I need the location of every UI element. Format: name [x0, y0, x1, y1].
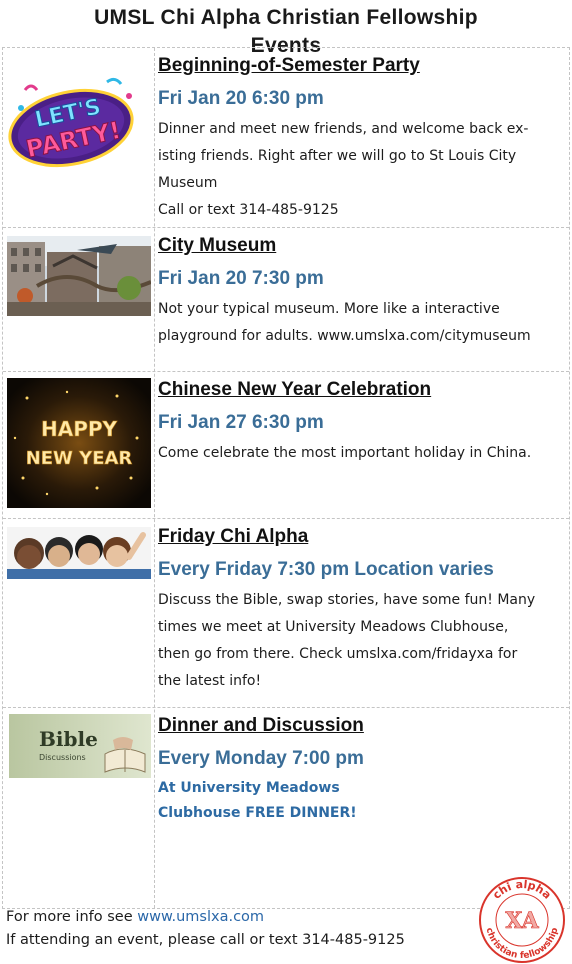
new-year-text-line1: HAPPY [41, 417, 118, 441]
event-description: At University Meadows Clubhouse FREE DIN… [158, 776, 565, 826]
desc-line: Come celebrate the most important holida… [158, 445, 532, 461]
discussions-text: Discussions [39, 753, 86, 762]
desc-line: Museum [158, 175, 218, 191]
page-title-line1: UMSL Chi Alpha Christian Fellowship [94, 6, 478, 29]
desc-line: Dinner and meet new friends, and welcome… [158, 121, 529, 137]
event-text-friday-chi-alpha: Friday Chi Alpha Every Friday 7:30 pm Lo… [158, 519, 565, 695]
event-description: Discuss the Bible, swap stories, have so… [158, 587, 565, 695]
event-text-dinner-discussion: Dinner and Discussion Every Monday 7:00 … [158, 708, 565, 826]
events-table: LET'S PARTY! Beginning-of-Semester Party… [2, 47, 570, 909]
chi-alpha-logo-icon: chi alpha XA christian fellowship [479, 877, 565, 963]
party-image: LET'S PARTY! [7, 68, 138, 178]
footer-info-text: For more info see [6, 909, 138, 925]
event-description: Dinner and meet new friends, and welcome… [158, 116, 565, 224]
event-date: Fri Jan 20 6:30 pm [158, 88, 324, 109]
desc-line: then go from there. Check umslxa.com/fri… [158, 646, 518, 662]
new-year-text-line2: NEW YEAR [26, 448, 133, 469]
event-text-city-museum: City Museum Fri Jan 20 7:30 pm Not your … [158, 228, 565, 350]
event-row-party: LET'S PARTY! Beginning-of-Semester Party… [3, 48, 569, 228]
event-title: Beginning-of-Semester Party [158, 55, 420, 76]
desc-line: the latest info! [158, 673, 262, 689]
fireworks-icon: HAPPY NEW YEAR [7, 378, 151, 508]
event-title: Friday Chi Alpha [158, 526, 309, 547]
event-row-friday-chi-alpha: Friday Chi Alpha Every Friday 7:30 pm Lo… [3, 519, 569, 708]
students-photo [7, 527, 151, 579]
event-date: Every Friday 7:30 pm Location varies [158, 559, 494, 580]
event-date: Fri Jan 20 7:30 pm [158, 268, 324, 289]
event-title: Dinner and Discussion [158, 715, 364, 736]
event-date: Fri Jan 27 6:30 pm [158, 412, 324, 433]
happy-new-year-image: HAPPY NEW YEAR [7, 378, 151, 508]
bible-icon: Bible Discussions [9, 714, 151, 778]
students-photo-icon [7, 527, 151, 579]
event-date: Every Monday 7:00 pm [158, 748, 364, 769]
desc-line: times we meet at University Meadows Club… [158, 619, 509, 635]
desc-line: Discuss the Bible, swap stories, have so… [158, 592, 536, 608]
desc-line: playground for adults. www.umslxa.com/ci… [158, 328, 531, 344]
desc-line: isting friends. Right after we will go t… [158, 148, 517, 164]
website-link[interactable]: www.umslxa.com [137, 909, 264, 925]
desc-line: At University Meadows [158, 780, 340, 796]
event-title: Chinese New Year Celebration [158, 379, 432, 400]
event-description: Not your typical museum. More like a int… [158, 296, 565, 350]
city-museum-photo-icon [7, 236, 151, 316]
event-text-party: Beginning-of-Semester Party Fri Jan 20 6… [158, 48, 565, 224]
event-row-city-museum: City Museum Fri Jan 20 7:30 pm Not your … [3, 228, 569, 372]
logo-letters: XA [505, 908, 539, 934]
event-description: Come celebrate the most important holida… [158, 440, 565, 467]
bible-text: Bible [39, 727, 98, 751]
party-logo-icon: LET'S PARTY! [8, 77, 134, 167]
desc-line: Clubhouse FREE DINNER! [158, 805, 357, 821]
event-row-chinese-new-year: HAPPY NEW YEAR Chinese New Year Celebrat… [3, 372, 569, 519]
event-title: City Museum [158, 235, 277, 256]
event-text-chinese-new-year: Chinese New Year Celebration Fri Jan 27 … [158, 372, 565, 467]
footer: For more info see www.umslxa.com If atte… [6, 906, 405, 952]
desc-line: Not your typical museum. More like a int… [158, 301, 500, 317]
footer-line2: If attending an event, please call or te… [6, 932, 405, 948]
footer-line1: For more info see www.umslxa.com [6, 906, 405, 929]
city-museum-photo [7, 236, 151, 316]
bible-discussions-image: Bible Discussions [9, 714, 151, 778]
desc-line: Call or text 314-485-9125 [158, 202, 339, 218]
